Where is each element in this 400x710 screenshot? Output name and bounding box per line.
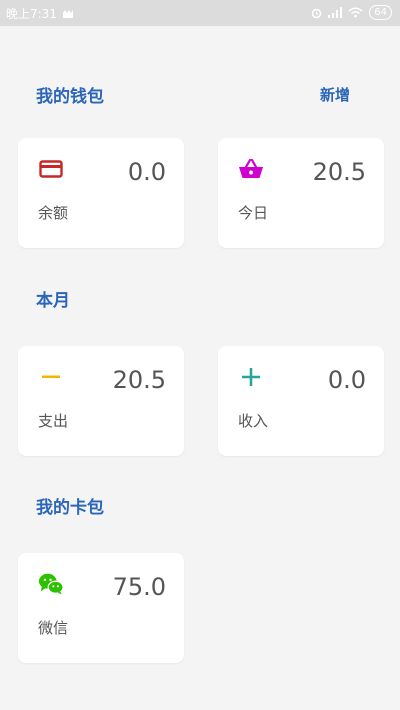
expense-value: 20.5 bbox=[112, 366, 166, 394]
expense-card[interactable]: 20.5 支出 bbox=[18, 346, 184, 456]
cards-section-title: 我的卡包 bbox=[36, 498, 104, 518]
status-bar: 晚上7:31 64 bbox=[0, 0, 400, 26]
status-left: 晚上7:31 bbox=[6, 5, 74, 22]
basket-icon bbox=[238, 156, 264, 182]
signal-icon bbox=[328, 7, 343, 18]
balance-card[interactable]: 0.0 余额 bbox=[18, 138, 184, 248]
credit-card-icon bbox=[38, 156, 64, 182]
alarm-icon bbox=[312, 8, 322, 18]
today-value: 20.5 bbox=[312, 158, 366, 186]
balance-label: 余额 bbox=[38, 204, 69, 222]
wifi-icon bbox=[348, 7, 363, 18]
month-section-title: 本月 bbox=[36, 291, 70, 311]
expense-label: 支出 bbox=[38, 412, 69, 430]
income-card[interactable]: 0.0 收入 bbox=[218, 346, 384, 456]
wallet-section-title: 我的钱包 bbox=[36, 87, 104, 107]
plus-icon bbox=[238, 364, 264, 390]
today-card[interactable]: 20.5 今日 bbox=[218, 138, 384, 248]
income-value: 0.0 bbox=[327, 366, 366, 394]
wechat-icon bbox=[38, 571, 64, 597]
income-label: 收入 bbox=[238, 412, 269, 430]
status-right: 64 bbox=[311, 5, 392, 20]
minus-icon bbox=[38, 364, 64, 390]
wechat-label: 微信 bbox=[38, 619, 69, 637]
wechat-card[interactable]: 75.0 微信 bbox=[18, 553, 184, 663]
battery-icon: 64 bbox=[369, 5, 392, 20]
status-time: 晚上7:31 bbox=[6, 7, 57, 21]
notification-app-icon bbox=[62, 9, 73, 18]
today-label: 今日 bbox=[238, 204, 269, 222]
balance-value: 0.0 bbox=[127, 158, 166, 186]
wechat-value: 75.0 bbox=[112, 573, 166, 601]
add-wallet-button[interactable]: 新增 bbox=[320, 84, 350, 105]
